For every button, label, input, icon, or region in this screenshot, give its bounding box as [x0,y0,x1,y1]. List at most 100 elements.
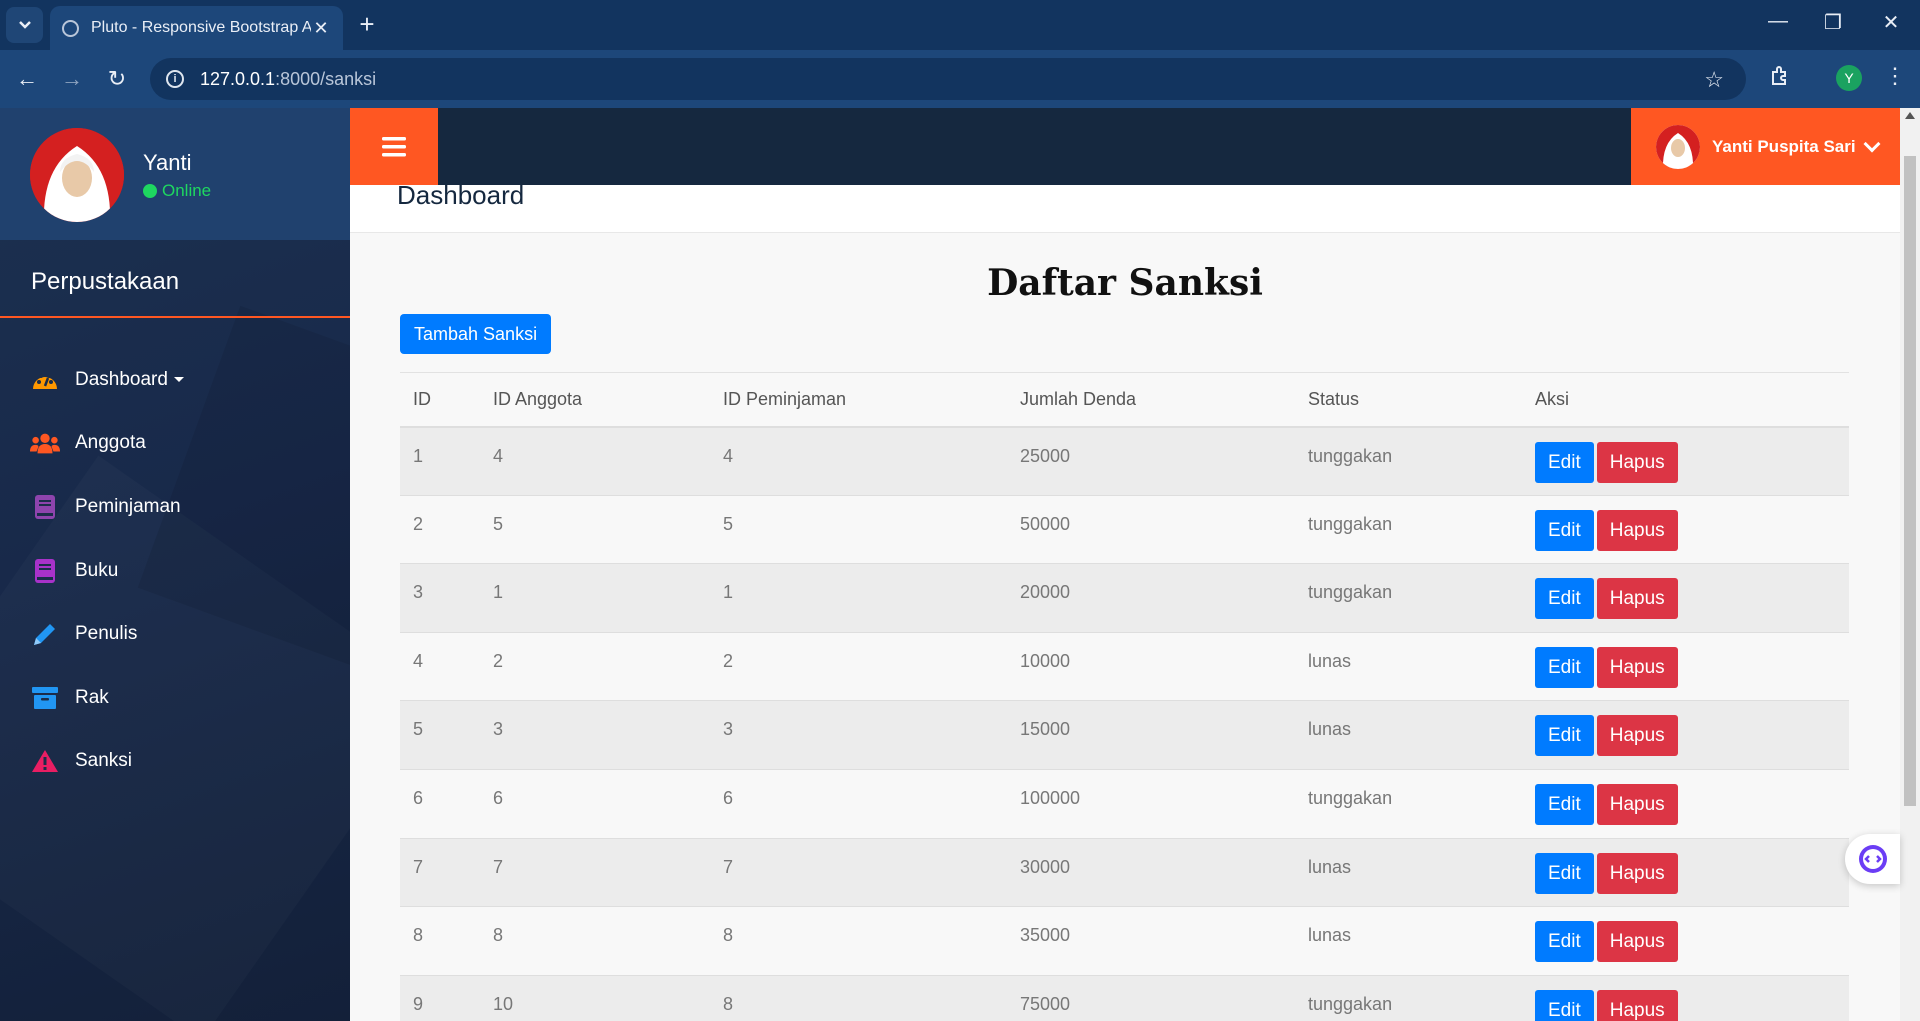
edit-button[interactable]: Edit [1535,783,1594,825]
sidebar-item-label: Peminjaman [75,495,181,517]
cell-jumlah-denda: 100000 [1007,769,1295,839]
cell-jumlah-denda: 50000 [1007,495,1295,565]
tab-title: Pluto - Responsive Bootstrap Ac [91,19,311,36]
sanksi-table: ID ID Anggota ID Peminjaman Jumlah Denda… [400,372,1849,1021]
sidebar-item-peminjaman[interactable]: Peminjaman [0,475,350,539]
edit-button[interactable]: Edit [1535,646,1594,688]
reload-icon[interactable]: ↻ [102,65,132,95]
url-text: 127.0.0.1:8000/sanksi [200,68,377,89]
cell-id: 8 [400,906,480,976]
delete-button[interactable]: Hapus [1596,989,1678,1021]
delete-button[interactable]: Hapus [1596,921,1678,963]
status-dot-icon [143,184,157,198]
edit-button[interactable]: Edit [1535,578,1594,620]
back-icon[interactable]: ← [12,65,42,95]
sidebar-item-anggota[interactable]: Anggota [0,412,350,476]
pencil-icon [30,620,60,648]
avatar [30,128,124,222]
cell-id-peminjaman: 1 [710,563,1007,633]
sidebar-item-rak[interactable]: Rak [0,666,350,730]
book-icon [30,557,60,585]
cell-status: tunggakan [1295,563,1522,633]
cell-id-peminjaman: 2 [710,632,1007,702]
browser-tab-bar: Pluto - Responsive Bootstrap Ac ✕ + — ❐ … [0,0,1920,50]
cell-actions: Edit Hapus [1522,838,1849,908]
cell-actions: Edit Hapus [1522,632,1849,702]
cell-id: 9 [400,975,480,1021]
more-options-icon[interactable]: ⋮ [1880,63,1910,89]
tab-search-button[interactable] [6,7,43,43]
users-icon [30,429,60,457]
add-sanksi-button[interactable]: Tambah Sanksi [400,314,552,354]
chevron-down-icon [1863,135,1881,152]
extensions-icon[interactable] [1766,64,1796,94]
delete-button[interactable]: Hapus [1596,441,1678,483]
edit-button[interactable]: Edit [1535,852,1594,894]
browser-tab[interactable]: Pluto - Responsive Bootstrap Ac ✕ [50,6,343,50]
minimize-button[interactable]: — [1758,10,1798,33]
edit-button[interactable]: Edit [1535,921,1594,963]
sidebar-user-panel: Yanti Online [0,108,350,240]
online-status: Online [143,181,211,201]
sidebar-menu: Dashboard Anggota Peminjaman Buku Penuli… [0,348,350,793]
sidebar-item-dashboard[interactable]: Dashboard [0,348,350,412]
page-scrollbar[interactable] [1900,108,1920,1021]
cell-id-peminjaman: 6 [710,769,1007,839]
user-dropdown[interactable]: Yanti Puspita Sari [1631,108,1900,185]
forward-icon[interactable]: → [57,65,87,95]
edit-button[interactable]: Edit [1535,989,1594,1021]
delete-button[interactable]: Hapus [1596,783,1678,825]
new-tab-button[interactable]: + [352,10,382,40]
column-header: Jumlah Denda [1007,372,1295,428]
divider [0,316,350,318]
sidebar-user-name: Yanti [143,150,192,175]
restore-button[interactable]: ❐ [1813,10,1853,35]
sidebar-item-buku[interactable]: Buku [0,539,350,603]
tab-close-icon[interactable]: ✕ [311,18,331,39]
site-info-icon[interactable]: i [166,70,184,88]
edit-button[interactable]: Edit [1535,441,1594,483]
page-title-bar: Dashboard [350,180,1900,233]
top-navbar: Yanti Puspita Sari [350,108,1900,185]
scroll-up-arrow-icon[interactable] [1905,112,1915,119]
cell-status: lunas [1295,632,1522,702]
bookmark-star-icon[interactable]: ☆ [1704,67,1724,93]
scrollbar-thumb[interactable] [1904,156,1916,806]
book-icon [30,493,60,521]
delete-button[interactable]: Hapus [1596,578,1678,620]
cell-status: lunas [1295,700,1522,770]
main-content: Daftar Sanksi Tambah Sanksi ID ID Anggot… [350,234,1900,1021]
edit-button[interactable]: Edit [1535,509,1594,551]
assistant-widget-button[interactable] [1845,834,1900,884]
sidebar-item-sanksi[interactable]: Sanksi [0,730,350,794]
profile-avatar[interactable]: Y [1836,65,1862,91]
cell-id-anggota: 7 [480,838,710,908]
sidebar-toggle-button[interactable] [350,108,438,185]
delete-button[interactable]: Hapus [1596,509,1678,551]
sidebar-item-penulis[interactable]: Penulis [0,602,350,666]
delete-button[interactable]: Hapus [1596,852,1678,894]
cell-id-anggota: 3 [480,700,710,770]
column-header: ID Peminjaman [710,372,1007,428]
cell-id-anggota: 6 [480,769,710,839]
cell-status: lunas [1295,838,1522,908]
delete-button[interactable]: Hapus [1596,715,1678,757]
cell-actions: Edit Hapus [1522,975,1849,1021]
column-header: Status [1295,372,1522,428]
delete-button[interactable]: Hapus [1596,646,1678,688]
address-bar[interactable]: i 127.0.0.1:8000/sanksi ☆ [150,58,1746,100]
table-row: 2 5 5 50000 tunggakan Edit Hapus [400,495,1849,565]
cell-jumlah-denda: 35000 [1007,906,1295,976]
cell-id-anggota: 2 [480,632,710,702]
cell-jumlah-denda: 30000 [1007,838,1295,908]
edit-button[interactable]: Edit [1535,715,1594,757]
sidebar-item-label: Buku [75,559,119,581]
cell-id: 3 [400,563,480,633]
cell-status: tunggakan [1295,426,1522,496]
hamburger-icon [382,136,406,156]
column-header: ID [400,372,480,428]
cell-actions: Edit Hapus [1522,426,1849,496]
cell-id-peminjaman: 5 [710,495,1007,565]
avatar [1656,124,1700,169]
close-window-button[interactable]: ✕ [1871,10,1911,35]
